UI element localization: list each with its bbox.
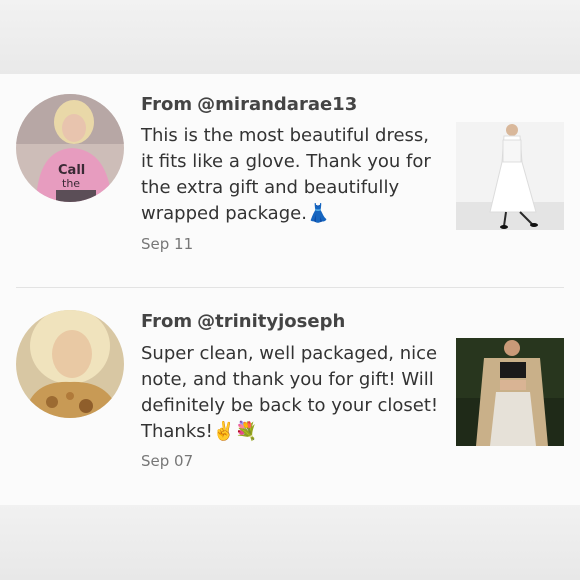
from-label: From xyxy=(141,311,193,332)
avatar-photo: Call the xyxy=(16,94,124,202)
review-text: This is the most beautiful dress, it fit… xyxy=(141,125,431,224)
listing-thumbnail[interactable] xyxy=(456,338,564,446)
review-from: From @mirandarae13 xyxy=(141,94,441,115)
avatar-photo xyxy=(16,310,124,418)
review-item: From @trinityjoseph Super clean, well pac… xyxy=(0,288,580,505)
review-date: Sep 11 xyxy=(141,235,194,253)
listing-thumbnail[interactable] xyxy=(456,122,564,230)
bottom-background xyxy=(0,505,580,580)
dress-photo xyxy=(456,122,564,230)
reviewer-avatar[interactable]: Call the xyxy=(16,94,124,202)
review-item: Call the From @mirandarae13 This is the m… xyxy=(0,74,580,287)
outfit-photo xyxy=(456,338,564,446)
review-from: From @trinityjoseph xyxy=(141,311,441,332)
reviewer-avatar[interactable] xyxy=(16,310,124,418)
svg-text:Call: Call xyxy=(58,163,85,178)
reviewer-username[interactable]: @mirandarae13 xyxy=(197,94,357,115)
review-text: Super clean, well packaged, nice note, a… xyxy=(141,343,439,442)
svg-text:the: the xyxy=(62,177,80,190)
reviews-panel: Call the From @mirandarae13 This is the m… xyxy=(0,74,580,505)
review-date: Sep 07 xyxy=(141,452,194,470)
reviewer-username[interactable]: @trinityjoseph xyxy=(197,311,345,332)
top-background xyxy=(0,0,580,74)
from-label: From xyxy=(141,94,193,115)
